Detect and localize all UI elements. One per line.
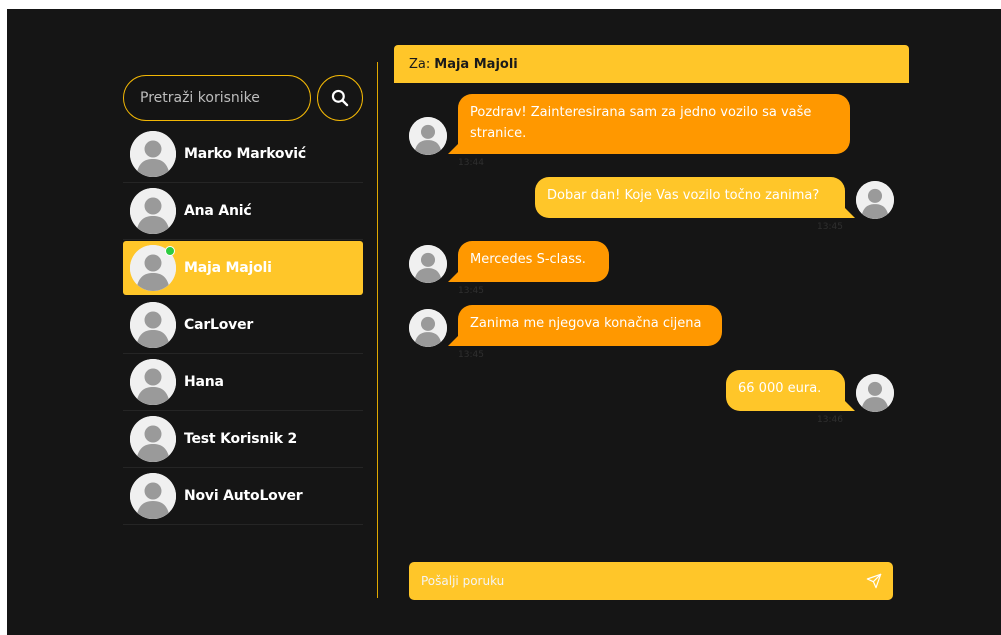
search-icon [331, 89, 349, 107]
user-silhouette-icon [409, 309, 447, 347]
message-time: 13:46 [817, 415, 843, 425]
avatar [130, 131, 176, 177]
divider [123, 524, 363, 525]
divider [123, 353, 363, 354]
avatar [856, 374, 894, 412]
message-text: 66 000 eura. [738, 381, 822, 396]
message-input[interactable] [409, 562, 855, 600]
recipient-name: Maja Majoli [434, 56, 518, 72]
contact-name: CarLover [184, 317, 254, 333]
message-bubble-incoming: Zanima me njegova konačna cijena [448, 305, 722, 346]
chat-header: Za: Maja Majoli [394, 45, 909, 83]
contact-item[interactable]: Marko Marković [123, 127, 363, 183]
panel-divider [377, 62, 378, 598]
search-button[interactable] [317, 75, 363, 121]
message-text: Pozdrav! Zainteresirana sam za jedno voz… [470, 105, 812, 141]
contact-item[interactable]: Ana Anić [123, 184, 363, 240]
contact-item[interactable]: Test Korisnik 2 [123, 412, 363, 468]
avatar [856, 181, 894, 219]
user-silhouette-icon [856, 181, 894, 219]
avatar [130, 416, 176, 462]
user-silhouette-icon [130, 188, 176, 234]
message-composer [409, 562, 893, 600]
contact-name: Marko Marković [184, 146, 306, 162]
contact-item[interactable]: Hana [123, 355, 363, 411]
user-silhouette-icon [130, 416, 176, 462]
user-silhouette-icon [130, 131, 176, 177]
divider [123, 182, 363, 183]
recipient-label: Za: [409, 56, 431, 72]
contact-item-selected[interactable]: Maja Majoli [123, 241, 363, 295]
contact-name: Hana [184, 374, 224, 390]
message-bubble-outgoing: 66 000 eura. [726, 370, 855, 411]
avatar [130, 473, 176, 519]
send-button[interactable] [855, 562, 893, 600]
message-bubble-incoming: Mercedes S-class. [448, 241, 609, 282]
contact-item[interactable]: CarLover [123, 298, 363, 354]
search-input[interactable] [123, 75, 311, 121]
message-time: 13:45 [817, 222, 843, 232]
contact-name: Maja Majoli [184, 260, 272, 276]
divider [123, 467, 363, 468]
message-text: Dobar dan! Koje Vas vozilo točno zanima? [547, 188, 820, 203]
user-silhouette-icon [130, 473, 176, 519]
contact-item[interactable]: Novi AutoLover [123, 469, 363, 525]
avatar [130, 188, 176, 234]
message-text: Zanima me njegova konačna cijena [470, 316, 702, 331]
contact-name: Test Korisnik 2 [184, 431, 298, 447]
user-silhouette-icon [130, 302, 176, 348]
send-icon [866, 573, 882, 589]
message-bubble-outgoing: Dobar dan! Koje Vas vozilo točno zanima? [535, 177, 855, 218]
contact-name: Ana Anić [184, 203, 252, 219]
divider [123, 239, 363, 240]
avatar [409, 117, 447, 155]
message-text: Mercedes S-class. [470, 252, 586, 267]
message-bubble-incoming: Pozdrav! Zainteresirana sam za jedno voz… [448, 94, 850, 154]
avatar [130, 359, 176, 405]
user-silhouette-icon [409, 117, 447, 155]
user-silhouette-icon [856, 374, 894, 412]
avatar [130, 302, 176, 348]
message-time: 13:44 [458, 158, 484, 168]
avatar [409, 309, 447, 347]
message-time: 13:45 [458, 286, 484, 296]
divider [123, 410, 363, 411]
online-status-icon [165, 246, 175, 256]
avatar [409, 245, 447, 283]
user-silhouette-icon [130, 359, 176, 405]
contact-name: Novi AutoLover [184, 488, 303, 504]
message-time: 13:45 [458, 350, 484, 360]
user-silhouette-icon [409, 245, 447, 283]
